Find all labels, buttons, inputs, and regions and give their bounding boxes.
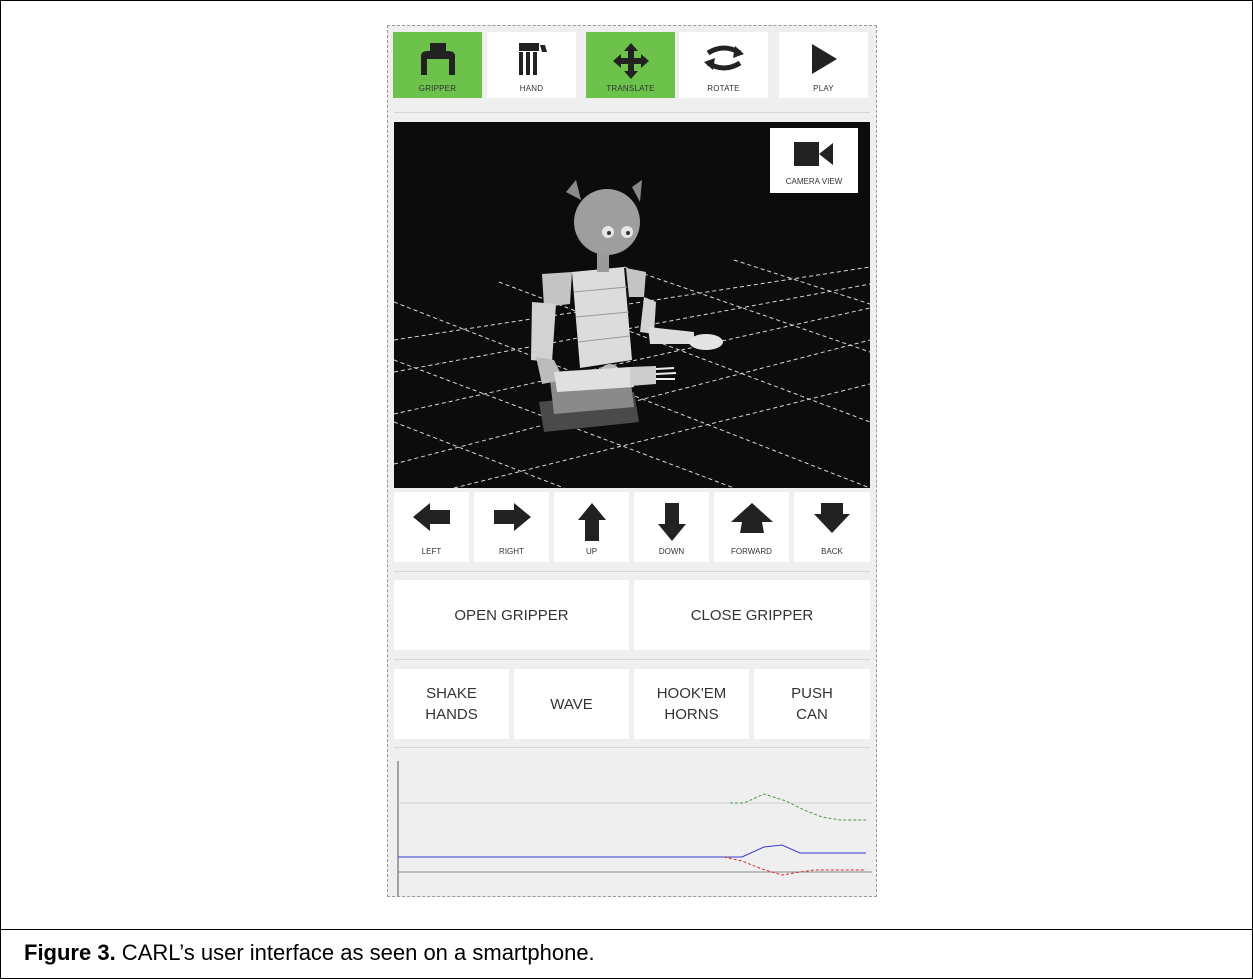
close-gripper-button[interactable]: CLOSE GRIPPER (634, 580, 870, 650)
left-button[interactable]: LEFT (394, 492, 469, 562)
hand-mode-button[interactable]: HAND (487, 32, 576, 98)
back-label: BACK (821, 547, 843, 556)
caption-text: CARL’s user interface as seen on a smart… (115, 940, 595, 965)
wave-label: WAVE (550, 695, 593, 713)
translate-mode-button[interactable]: TRANSLATE (586, 32, 675, 98)
camera-view-button[interactable]: CAMERA VIEW (770, 128, 858, 193)
right-button[interactable]: RIGHT (474, 492, 549, 562)
shake-hands-button[interactable]: SHAKE HANDS (394, 669, 509, 739)
up-label: UP (585, 547, 598, 556)
hook-em-horns-button[interactable]: HOOK'EM HORNS (634, 669, 749, 739)
down-button[interactable]: DOWN (634, 492, 709, 562)
joint-state-graph (397, 761, 872, 896)
left-label: LEFT (421, 547, 442, 556)
arrow-up-icon (577, 503, 606, 541)
back-button[interactable]: BACK (794, 492, 870, 562)
wave-button[interactable]: WAVE (514, 669, 629, 739)
push-can-label: PUSH CAN (791, 685, 833, 723)
play-icon (811, 44, 837, 74)
series-blue-line (398, 844, 866, 858)
shake-hands-label: SHAKE HANDS (425, 685, 478, 723)
camera-view-label: CAMERA VIEW (785, 177, 843, 186)
right-label: RIGHT (499, 547, 524, 556)
gripper-label: GRIPPER (418, 84, 457, 93)
hand-icon (518, 43, 547, 75)
rotate-mode-button[interactable]: ROTATE (679, 32, 768, 98)
forward-button[interactable]: FORWARD (714, 492, 789, 562)
gripper-mode-button[interactable]: GRIPPER (393, 32, 482, 98)
direction-separator (394, 571, 870, 572)
hand-label: HAND (519, 84, 544, 93)
forward-label: FORWARD (731, 547, 772, 556)
close-gripper-label: CLOSE GRIPPER (690, 606, 814, 624)
arrow-forward-icon (730, 503, 773, 533)
series-green-line (730, 793, 866, 821)
smartphone-screen: GRIPPER HAND TRANSLATE ROTATE PLAY CAMER… (387, 25, 877, 897)
toolbar-separator (394, 112, 870, 113)
play-label: PLAY (813, 84, 834, 93)
open-gripper-button[interactable]: OPEN GRIPPER (394, 580, 629, 650)
open-gripper-label: OPEN GRIPPER (454, 606, 569, 624)
figure-caption: Figure 3. CARL’s user interface as seen … (24, 940, 595, 966)
gesture-separator (394, 747, 870, 748)
caption-divider (1, 929, 1252, 930)
carl-robot (531, 180, 723, 432)
hook-em-horns-label: HOOK'EM HORNS (656, 685, 727, 723)
push-can-button[interactable]: PUSH CAN (754, 669, 870, 739)
caption-label: Figure 3. (24, 940, 116, 965)
gripper-icon (420, 43, 455, 75)
rotate-label: ROTATE (707, 84, 740, 93)
up-button[interactable]: UP (554, 492, 629, 562)
rotate-icon (703, 45, 744, 71)
video-camera-icon (794, 142, 833, 166)
play-button[interactable]: PLAY (779, 32, 868, 98)
arrow-down-icon (657, 503, 686, 541)
arrow-right-icon (493, 503, 531, 531)
arrow-left-icon (412, 503, 450, 531)
gripper-separator (394, 659, 870, 660)
arrow-back-icon (814, 503, 850, 533)
move-arrows-icon (612, 43, 649, 79)
translate-label: TRANSLATE (606, 84, 655, 93)
robot-3d-viewport[interactable]: CAMERA VIEW (394, 122, 870, 488)
down-label: DOWN (658, 547, 685, 556)
